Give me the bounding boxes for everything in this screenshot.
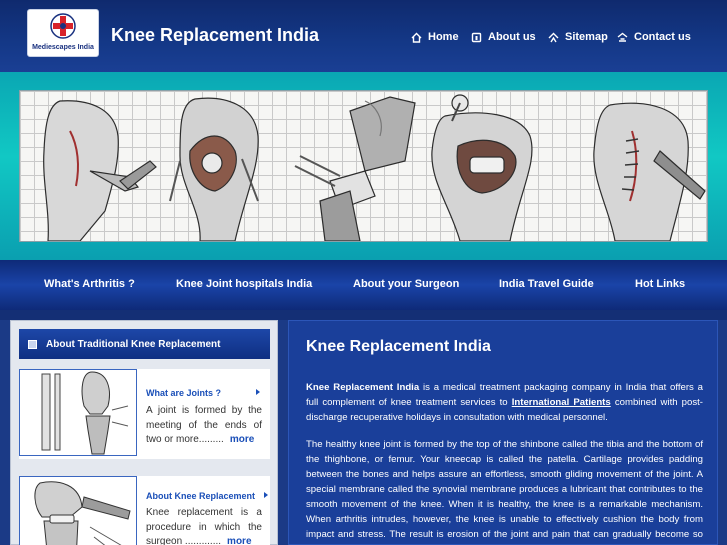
- content-title: Knee Replacement India: [306, 338, 491, 355]
- banner-image-frame: [19, 90, 708, 242]
- illustration-implant-placement: [431, 94, 533, 241]
- nav-knee-joint-hospitals[interactable]: Knee Joint hospitals India: [176, 278, 312, 292]
- nav-sitemap[interactable]: Sitemap: [548, 29, 608, 45]
- main-navigation: What's Arthritis ? Knee Joint hospitals …: [0, 260, 727, 310]
- joints-summary: A joint is formed by the meeting of the …: [146, 404, 262, 448]
- joints-more-link[interactable]: more: [230, 434, 254, 445]
- illustration-cutting-guide: [294, 96, 416, 241]
- nav-home-label: Home: [428, 31, 459, 43]
- logo-text: Mediescapes India: [32, 44, 94, 51]
- knee-surgery-illustrations: [43, 94, 706, 241]
- arrow-right-icon: [264, 492, 268, 498]
- knee-implant-icon: [34, 481, 131, 545]
- info-icon: [471, 32, 482, 42]
- illustration-knee-incision: [43, 100, 157, 241]
- sidebar-box-joints: What are Joints ? A joint is formed by t…: [19, 369, 270, 459]
- nav-divider-strip: [0, 310, 727, 320]
- sidebar: About Traditional Knee Replacement What …: [10, 320, 278, 545]
- sidebar-title: About Traditional Knee Replacement: [46, 338, 221, 350]
- company-name: Knee Replacement India: [306, 382, 420, 393]
- arrow-right-icon: [256, 389, 260, 395]
- square-bullet-icon: [28, 339, 37, 349]
- nav-india-travel-guide[interactable]: India Travel Guide: [499, 278, 594, 292]
- nav-home[interactable]: Home: [411, 29, 459, 45]
- nav-contact-us-label: Contact us: [634, 31, 691, 43]
- international-patients-link[interactable]: International Patients: [512, 397, 611, 408]
- knee-replacement-summary: Knee replacement is a procedure in which…: [146, 506, 262, 545]
- joints-thumbnail[interactable]: [19, 369, 137, 456]
- knee-replacement-link[interactable]: About Knee Replacement: [146, 491, 264, 501]
- sidebar-box-knee-replacement: About Knee Replacement Knee replacement …: [19, 476, 270, 545]
- sitemap-icon: [548, 32, 559, 42]
- nav-about-us[interactable]: About us: [471, 29, 536, 45]
- sidebar-header: About Traditional Knee Replacement: [19, 329, 270, 359]
- nav-about-your-surgeon[interactable]: About your Surgeon: [353, 278, 459, 292]
- healthy-knee-paragraph: The healthy knee joint is formed by the …: [306, 439, 703, 545]
- nav-about-us-label: About us: [488, 31, 536, 43]
- hero-banner: [0, 72, 727, 260]
- home-icon: [411, 32, 422, 43]
- leg-bones-icon: [41, 371, 129, 455]
- contact-icon: [617, 32, 628, 42]
- joints-link[interactable]: What are Joints ?: [146, 388, 264, 398]
- nav-hot-links[interactable]: Hot Links: [635, 278, 685, 292]
- illustration-femur-exposed: [169, 97, 259, 241]
- nav-whats-arthritis[interactable]: What's Arthritis ?: [44, 278, 135, 292]
- site-header: Mediescapes India TM Knee Replacement In…: [0, 0, 727, 72]
- nav-sitemap-label: Sitemap: [565, 31, 608, 43]
- intro-paragraph: Knee Replacement India is a medical trea…: [306, 380, 703, 425]
- top-navigation: Home About us Sitemap Contact us: [0, 29, 727, 45]
- illustration-closed-incision: [593, 102, 706, 241]
- main-content: Knee Replacement India Knee Replacement …: [288, 320, 718, 545]
- trademark-mark: TM: [88, 13, 97, 19]
- nav-contact-us[interactable]: Contact us: [617, 29, 691, 45]
- knee-replacement-more-link[interactable]: more: [227, 536, 251, 545]
- knee-replacement-thumbnail[interactable]: [19, 476, 137, 545]
